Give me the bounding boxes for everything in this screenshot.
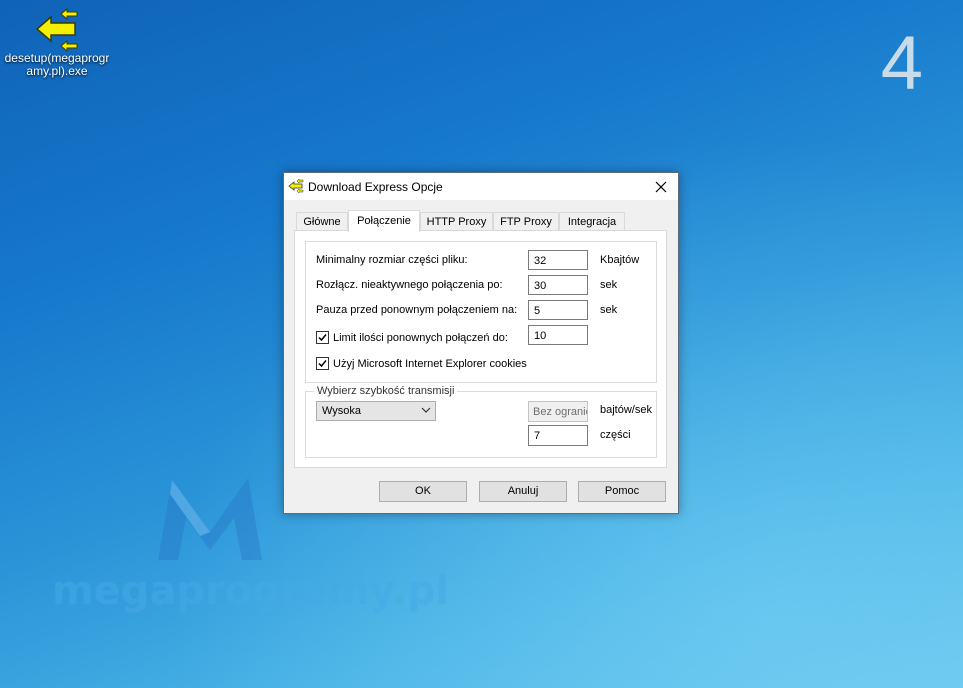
watermark-logo: [150, 470, 270, 570]
connection-settings-group: Minimalny rozmiar części pliku: 32 Kbajt…: [305, 241, 657, 383]
ie-cookies-label: Użyj Microsoft Internet Explorer cookies: [333, 358, 527, 370]
min-part-label: Minimalny rozmiar części pliku:: [316, 254, 468, 266]
desktop-icon-desetup[interactable]: desetup(megaprogramy.pl).exe: [2, 6, 112, 78]
tab-glowne[interactable]: Główne: [296, 212, 348, 231]
speed-group-legend: Wybierz szybkość transmisji: [314, 385, 458, 397]
checkmark-icon: [318, 360, 327, 368]
checkmark-icon: [318, 334, 327, 342]
min-part-unit: Kbajtów: [600, 254, 640, 266]
watermark-text: megaprogramy.pl: [52, 568, 450, 614]
dialog-title: Download Express Opcje: [308, 180, 443, 194]
cancel-button[interactable]: Anuluj: [479, 481, 567, 502]
speed-limit-input: Bez ograniczeń: [528, 401, 588, 422]
ok-button[interactable]: OK: [379, 481, 467, 502]
disconnect-unit: sek: [600, 279, 618, 291]
limit-label: Limit ilości ponownych połączeń do:: [333, 332, 508, 344]
tab-ftp-proxy[interactable]: FTP Proxy: [493, 212, 559, 231]
ie-cookies-checkbox[interactable]: [316, 357, 329, 370]
parts-unit: części: [600, 429, 631, 441]
app-arrows-icon: [288, 178, 304, 194]
speed-limit-unit: bajtów/sek: [600, 404, 652, 416]
pause-label: Pauza przed ponownym połączeniem na:: [316, 304, 518, 316]
limit-input[interactable]: 10: [528, 325, 588, 345]
pause-input[interactable]: 5: [528, 300, 588, 320]
speed-select[interactable]: Wysoka: [316, 401, 436, 421]
help-button[interactable]: Pomoc: [578, 481, 666, 502]
dialog-titlebar[interactable]: Download Express Opcje: [284, 173, 678, 200]
parts-input[interactable]: 7: [528, 425, 588, 446]
close-icon: [655, 181, 667, 193]
connection-tab-panel: Minimalny rozmiar części pliku: 32 Kbajt…: [294, 230, 667, 468]
arrows-app-icon: [33, 6, 81, 53]
limit-checkbox[interactable]: [316, 331, 329, 344]
tab-http-proxy[interactable]: HTTP Proxy: [420, 212, 493, 231]
disconnect-label: Rozłącz. nieaktywnego połączenia po:: [316, 279, 503, 291]
pause-unit: sek: [600, 304, 618, 316]
min-part-input[interactable]: 32: [528, 250, 588, 270]
speed-select-value: Wysoka: [322, 405, 362, 417]
chevron-down-icon: [421, 407, 431, 413]
close-button[interactable]: [644, 173, 678, 200]
tab-integracja[interactable]: Integracja: [559, 212, 625, 231]
desktop-icon-label: desetup(megaprogramy.pl).exe: [4, 51, 110, 78]
corner-number: 4: [880, 21, 923, 106]
options-dialog: Download Express Opcje Główne Połączenie…: [283, 172, 679, 514]
disconnect-input[interactable]: 30: [528, 275, 588, 295]
tab-polaczenie[interactable]: Połączenie: [348, 210, 420, 232]
speed-group: Wybierz szybkość transmisji Wysoka Bez o…: [305, 385, 657, 458]
